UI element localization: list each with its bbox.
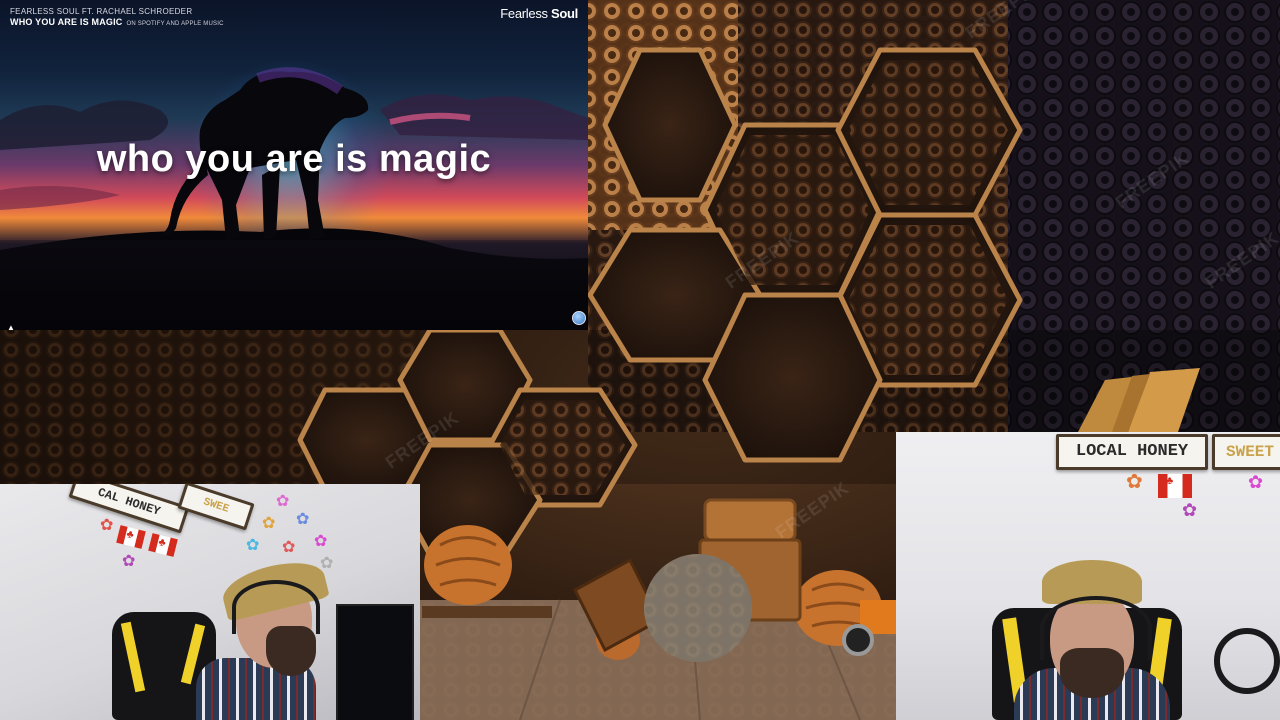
flower-icon: ✿: [100, 517, 114, 534]
brand-bold-text: Soul: [551, 6, 578, 21]
sweet-sign: SWEET: [1212, 434, 1280, 470]
music-video-player[interactable]: FEARLESS SOUL FT. RACHAEL SCHROEDER WHO …: [0, 0, 588, 330]
flower-icon: ✿: [1182, 500, 1198, 520]
flower-icon: ✿: [122, 553, 136, 570]
headset: [1040, 596, 1152, 660]
canada-flag-icon: [116, 525, 146, 549]
canada-flag-icon: [1158, 474, 1192, 498]
video-ground: [0, 240, 588, 330]
flower-icon: ✿: [282, 539, 296, 556]
flower-icon: ✿: [262, 515, 276, 532]
video-title-subtext: ON SPOTIFY AND APPLE MUSIC: [126, 21, 224, 27]
video-title-text: WHO YOU ARE IS MAGIC: [10, 17, 123, 27]
racing-wheel: [1214, 628, 1280, 694]
flower-icon: ✿: [1248, 472, 1264, 492]
video-brand-logo: Fearless Soul: [500, 6, 578, 21]
webcam-left: CAL HONEY SWEE ✿ ✿ ✿ ✿ ✿ ✿ ✿ ✿ ✿: [0, 484, 420, 720]
flower-icon: ✿: [320, 555, 334, 572]
video-artist-credit: FEARLESS SOUL FT. RACHAEL SCHROEDER: [10, 7, 193, 16]
local-honey-sign: LOCAL HONEY: [1056, 434, 1208, 470]
video-lyric-caption: who you are is magic: [96, 138, 492, 180]
flower-icon: ✿: [314, 533, 328, 550]
headset: [232, 580, 320, 634]
sweet-sign: SWEE: [177, 484, 255, 531]
video-song-title: WHO YOU ARE IS MAGIC ON SPOTIFY AND APPLE…: [10, 17, 224, 27]
canada-flag-icon: [148, 533, 178, 557]
flower-icon: ✿: [276, 493, 290, 510]
flower-icon: ✿: [246, 537, 260, 554]
globe-icon[interactable]: [572, 311, 586, 325]
flower-icon: ✿: [1126, 471, 1143, 493]
mouse-cursor-icon: ▲: [7, 323, 15, 332]
flower-icon: ✿: [296, 511, 310, 528]
local-honey-sign: CAL HONEY: [68, 484, 190, 534]
webcam-right: LOCAL HONEY SWEET ✿ ✿ ✿: [896, 432, 1280, 720]
monitor: [336, 604, 414, 720]
brand-light-text: Fearless: [500, 6, 548, 21]
